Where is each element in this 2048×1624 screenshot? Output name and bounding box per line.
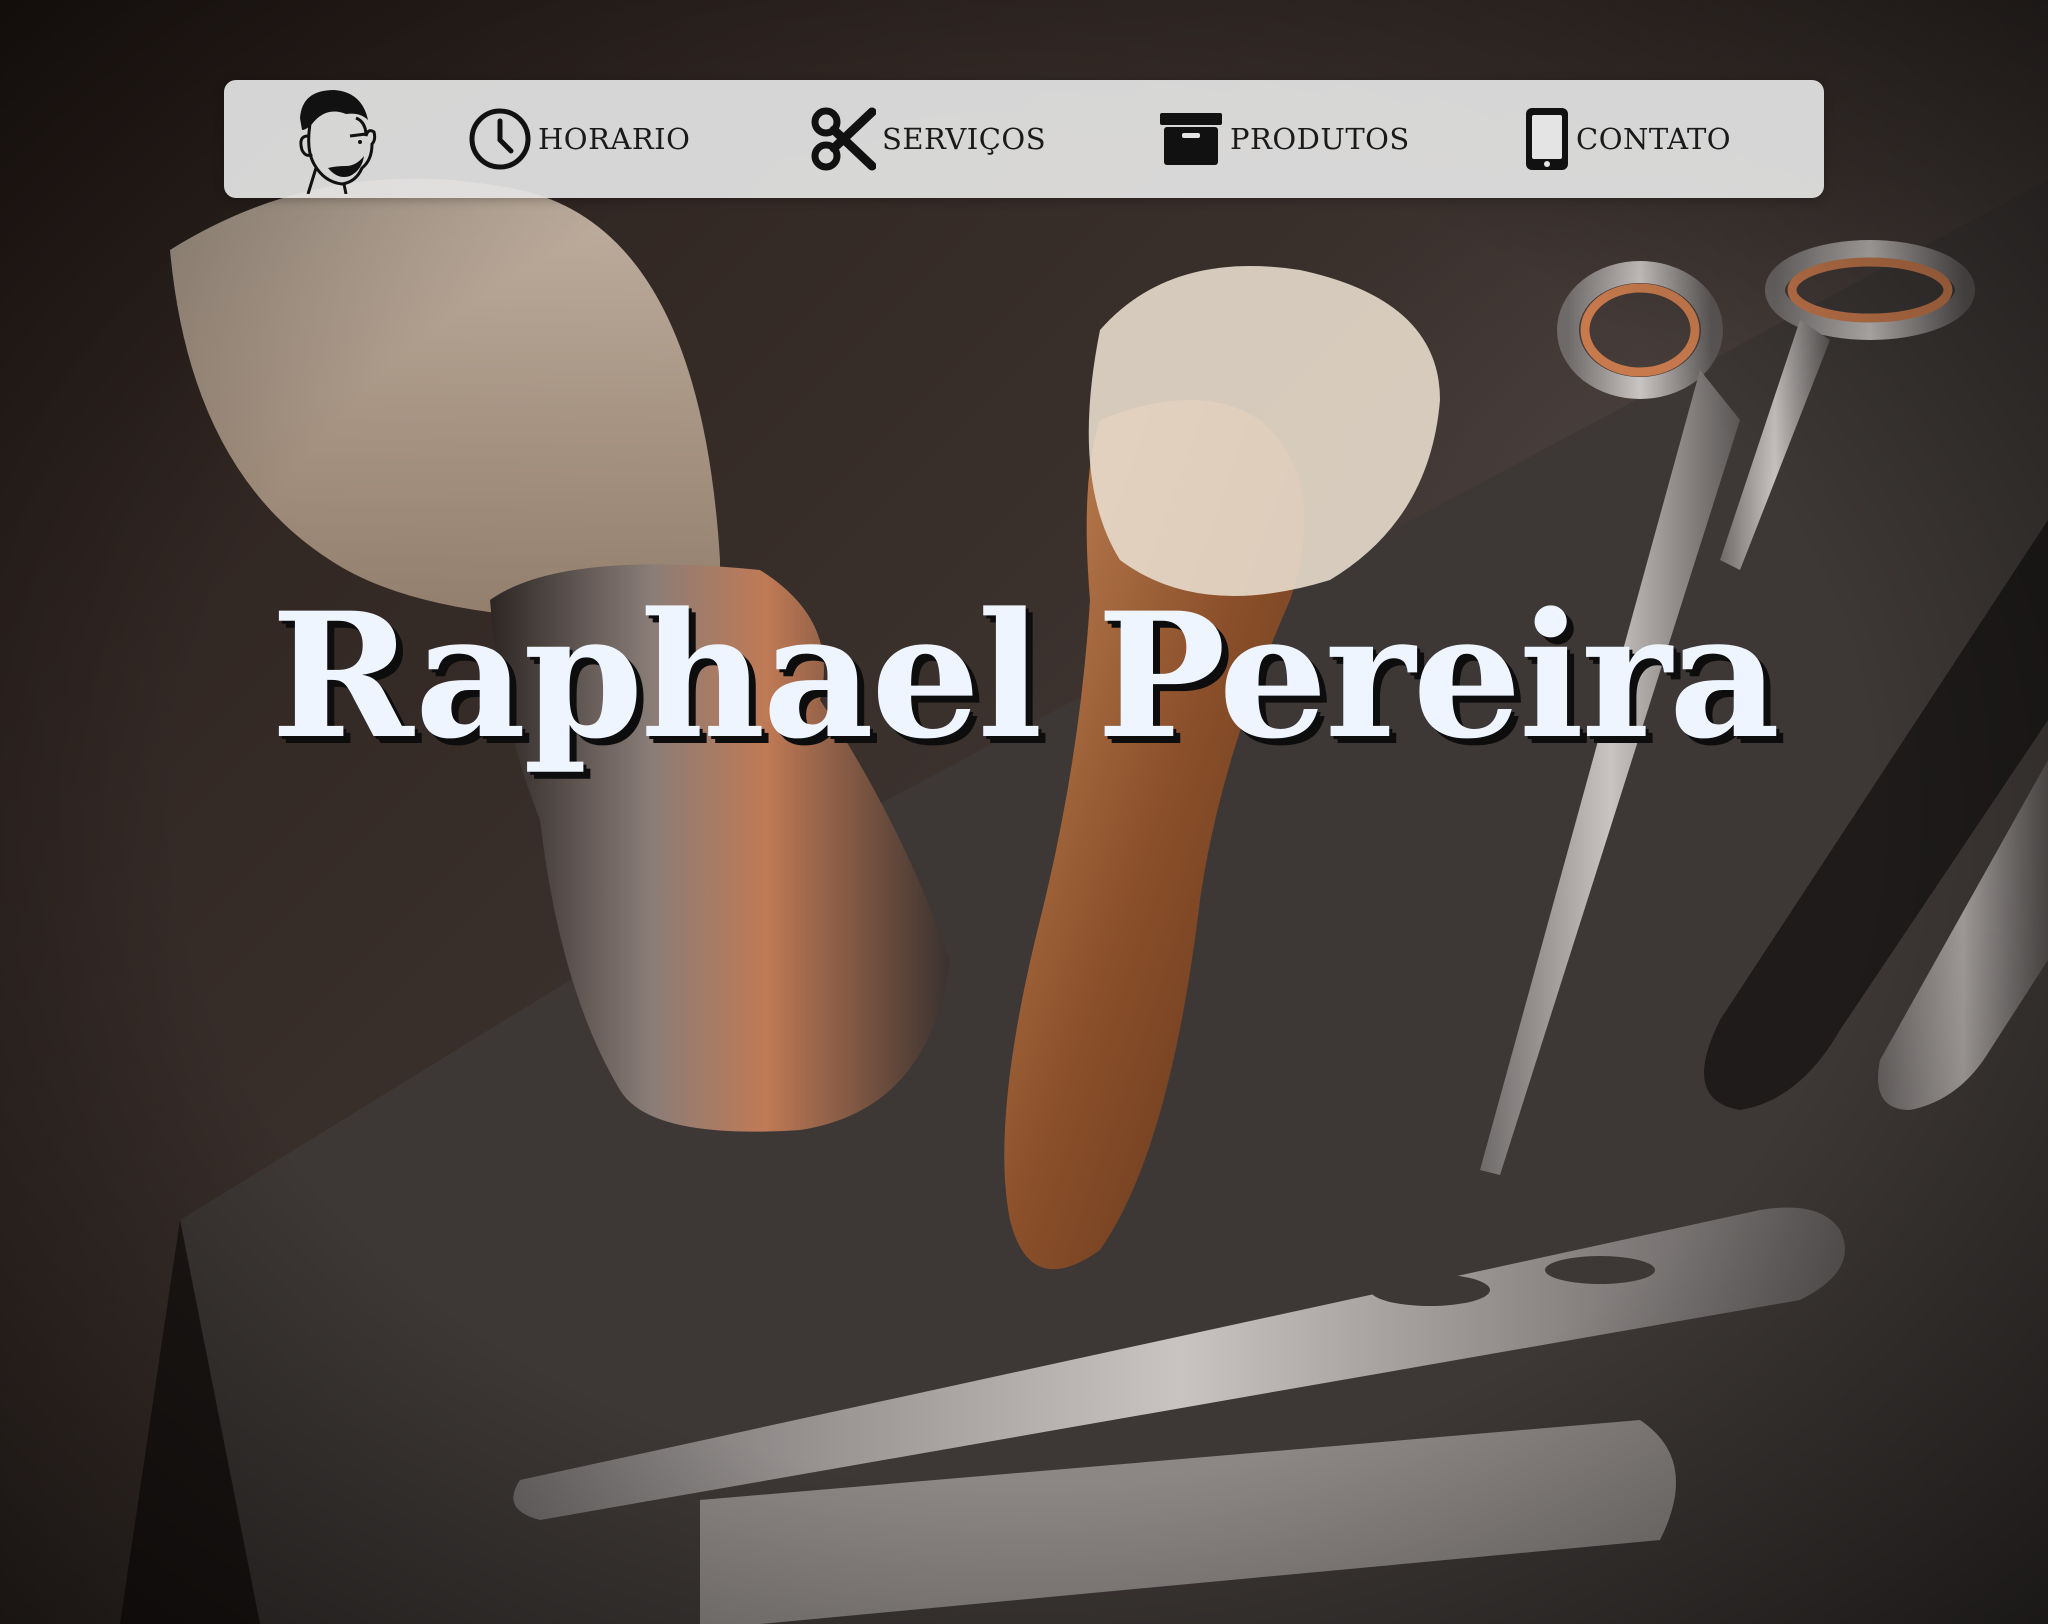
nav-link-produtos[interactable]: PRODUTOS: [1158, 80, 1410, 198]
nav-label-produtos: PRODUTOS: [1230, 122, 1410, 156]
barber-tools-background-image: [0, 0, 2048, 1624]
top-navbar: HORARIO SERVIÇOS PRODUTOS CONTATO: [224, 80, 1824, 198]
nav-link-servicos[interactable]: SERVIÇOS: [810, 80, 1046, 198]
nav-link-horario[interactable]: HORARIO: [468, 80, 690, 198]
archive-box-icon: [1158, 109, 1224, 169]
smartphone-icon: [1524, 106, 1570, 172]
clock-icon: [468, 107, 532, 171]
nav-label-contato: CONTATO: [1576, 122, 1732, 156]
nav-link-contato[interactable]: CONTATO: [1524, 80, 1731, 198]
hero-section: HORARIO SERVIÇOS PRODUTOS CONTATO Raphae…: [0, 0, 2048, 1624]
barber-face-logo-icon[interactable]: [286, 84, 382, 195]
scissors-icon: [810, 106, 876, 172]
nav-label-horario: HORARIO: [538, 122, 691, 156]
nav-label-servicos: SERVIÇOS: [882, 122, 1047, 156]
hero-title: Raphael Pereira: [270, 574, 1780, 777]
